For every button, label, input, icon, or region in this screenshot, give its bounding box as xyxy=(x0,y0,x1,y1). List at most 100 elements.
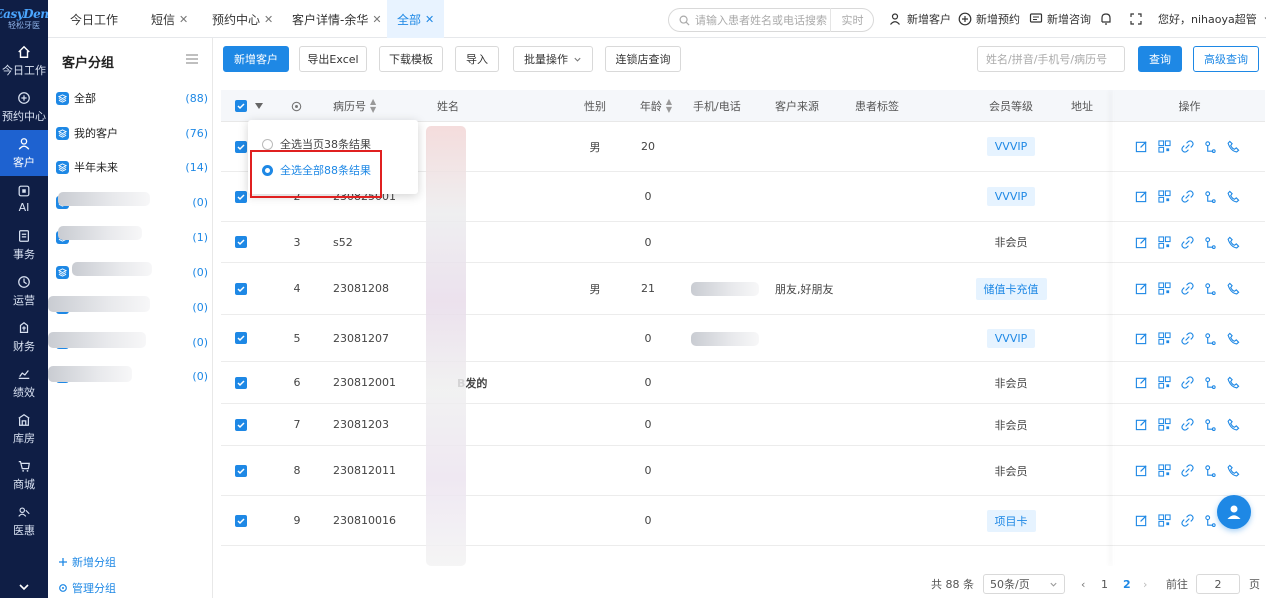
table-row[interactable]: 6 230812001 B发的 0 非会员 xyxy=(221,362,1265,404)
page-1-button[interactable]: 1 xyxy=(1101,570,1108,598)
import-button[interactable]: 导入 xyxy=(455,46,499,72)
qrcode-icon[interactable] xyxy=(1158,514,1171,527)
qrcode-icon[interactable] xyxy=(1158,190,1171,203)
link-icon[interactable] xyxy=(1181,235,1194,249)
record-no-cell[interactable]: s52 xyxy=(333,222,353,262)
phone-icon[interactable] xyxy=(1227,418,1240,431)
customer-service-button[interactable] xyxy=(1217,495,1251,529)
add-group-button[interactable]: 新增分组 xyxy=(58,554,116,570)
link-icon[interactable] xyxy=(1181,282,1194,295)
nav-item-operation[interactable]: 运营 xyxy=(0,268,48,314)
tab-close-icon[interactable]: ✕ xyxy=(425,13,434,26)
qrcode-icon[interactable] xyxy=(1158,331,1171,345)
contact-icon[interactable] xyxy=(1204,514,1217,527)
qrcode-icon[interactable] xyxy=(1158,376,1171,389)
new-customer-shortcut[interactable]: 新增客户 xyxy=(889,0,951,38)
row-checkbox[interactable] xyxy=(235,446,247,495)
table-row[interactable] xyxy=(221,546,1265,566)
nav-item-appointment[interactable]: 预约中心 xyxy=(0,84,48,130)
group-item[interactable]: 全部 (88) xyxy=(56,88,208,108)
nav-item-today[interactable]: 今日工作 xyxy=(0,38,48,84)
qrcode-icon[interactable] xyxy=(1158,235,1171,249)
contact-icon[interactable] xyxy=(1204,236,1217,249)
page-2-button[interactable]: 2 xyxy=(1123,570,1131,598)
tab-close-icon[interactable]: ✕ xyxy=(179,13,188,26)
contact-icon[interactable] xyxy=(1204,282,1217,295)
qrcode-icon[interactable] xyxy=(1158,418,1171,431)
export-excel-button[interactable]: 导出Excel xyxy=(299,46,367,72)
phone-icon[interactable] xyxy=(1227,190,1240,203)
nav-expand-toggle[interactable] xyxy=(0,576,48,598)
link-icon[interactable] xyxy=(1181,331,1194,345)
batch-operation-dropdown[interactable]: 批量操作 xyxy=(513,46,593,72)
row-checkbox[interactable] xyxy=(235,404,247,445)
record-no-cell[interactable]: 23081207 xyxy=(333,315,389,361)
link-icon[interactable] xyxy=(1181,140,1194,153)
record-no-cell[interactable]: 23081203 xyxy=(333,404,389,445)
edit-icon[interactable] xyxy=(1135,418,1148,431)
tab-all[interactable]: 全部 ✕ xyxy=(387,0,445,38)
page-size-select[interactable]: 50条/页 xyxy=(983,574,1065,594)
record-no-header[interactable]: 病历号 ▲ ▼ xyxy=(333,90,376,122)
group-item[interactable]: 半年未来 (14) xyxy=(56,157,208,177)
nav-item-mall[interactable]: 商城 xyxy=(0,452,48,498)
link-icon[interactable] xyxy=(1181,418,1194,431)
sort-icon[interactable]: ▲ ▼ xyxy=(666,98,672,114)
record-no-cell[interactable]: 230812001 xyxy=(333,362,396,403)
nav-item-task[interactable]: 事务 xyxy=(0,222,48,268)
nav-item-customer[interactable]: 客户 xyxy=(0,130,48,176)
select-all-checkbox[interactable] xyxy=(235,90,247,122)
row-checkbox[interactable] xyxy=(235,315,247,361)
contact-icon[interactable] xyxy=(1204,376,1217,389)
select-options-caret[interactable] xyxy=(255,90,263,122)
goto-page-input[interactable]: 2 xyxy=(1196,574,1240,594)
edit-icon[interactable] xyxy=(1135,464,1148,477)
new-customer-button[interactable]: 新增客户 xyxy=(223,46,289,72)
contact-icon[interactable] xyxy=(1204,418,1217,431)
column-settings-button[interactable] xyxy=(291,90,302,122)
next-page-button[interactable]: › xyxy=(1143,570,1147,598)
edit-icon[interactable] xyxy=(1135,514,1148,527)
nav-item-benefit[interactable]: 医惠 xyxy=(0,498,48,544)
contact-icon[interactable] xyxy=(1204,140,1217,153)
record-no-cell[interactable]: 230812011 xyxy=(333,446,396,495)
phone-icon[interactable] xyxy=(1227,140,1240,153)
tab-sms[interactable]: 短信 ✕ xyxy=(151,0,188,38)
qrcode-icon[interactable] xyxy=(1158,282,1171,295)
new-appointment-shortcut[interactable]: 新增预约 xyxy=(958,0,1020,38)
tab-close-icon[interactable]: ✕ xyxy=(264,13,273,26)
tab-appointment[interactable]: 预约中心 ✕ xyxy=(212,0,273,38)
manage-group-button[interactable]: 管理分组 xyxy=(58,580,116,596)
edit-icon[interactable] xyxy=(1135,332,1148,345)
phone-icon[interactable] xyxy=(1227,464,1240,477)
edit-icon[interactable] xyxy=(1135,140,1148,153)
table-row[interactable]: 4 23081208 男 21 朋友,好朋友 储值卡充值 xyxy=(221,263,1265,315)
phone-icon[interactable] xyxy=(1227,236,1240,249)
link-icon[interactable] xyxy=(1181,190,1194,203)
table-row[interactable]: 5 23081207 0 VVVIP xyxy=(221,315,1265,362)
contact-icon[interactable] xyxy=(1204,332,1217,345)
query-button[interactable]: 查询 xyxy=(1138,46,1182,72)
customer-filter-input[interactable]: 姓名/拼音/手机号/病历号 xyxy=(977,46,1125,72)
row-checkbox[interactable] xyxy=(235,496,247,545)
group-item[interactable]: 我的客户 (76) xyxy=(56,123,208,143)
row-checkbox[interactable] xyxy=(235,362,247,403)
edit-icon[interactable] xyxy=(1135,376,1148,389)
row-checkbox[interactable] xyxy=(235,222,247,262)
table-row[interactable]: 7 23081203 0 非会员 xyxy=(221,404,1265,446)
row-checkbox[interactable] xyxy=(235,172,247,221)
tab-close-icon[interactable]: ✕ xyxy=(372,13,381,26)
qrcode-icon[interactable] xyxy=(1158,140,1171,153)
record-no-cell[interactable]: 230810016 xyxy=(333,496,396,545)
tab-customer-detail[interactable]: 客户详情-余华 ✕ xyxy=(292,0,382,38)
tab-today[interactable]: 今日工作 xyxy=(70,0,118,38)
phone-icon[interactable] xyxy=(1227,332,1240,345)
sort-icon[interactable]: ▲ ▼ xyxy=(370,98,376,114)
edit-icon[interactable] xyxy=(1135,282,1148,295)
link-icon[interactable] xyxy=(1181,376,1194,389)
fullscreen-button[interactable] xyxy=(1129,0,1147,38)
link-icon[interactable] xyxy=(1181,514,1194,527)
edit-icon[interactable] xyxy=(1135,236,1148,249)
table-row[interactable]: 3 s52 0 非会员 xyxy=(221,222,1265,263)
notification-button[interactable] xyxy=(1099,0,1117,38)
